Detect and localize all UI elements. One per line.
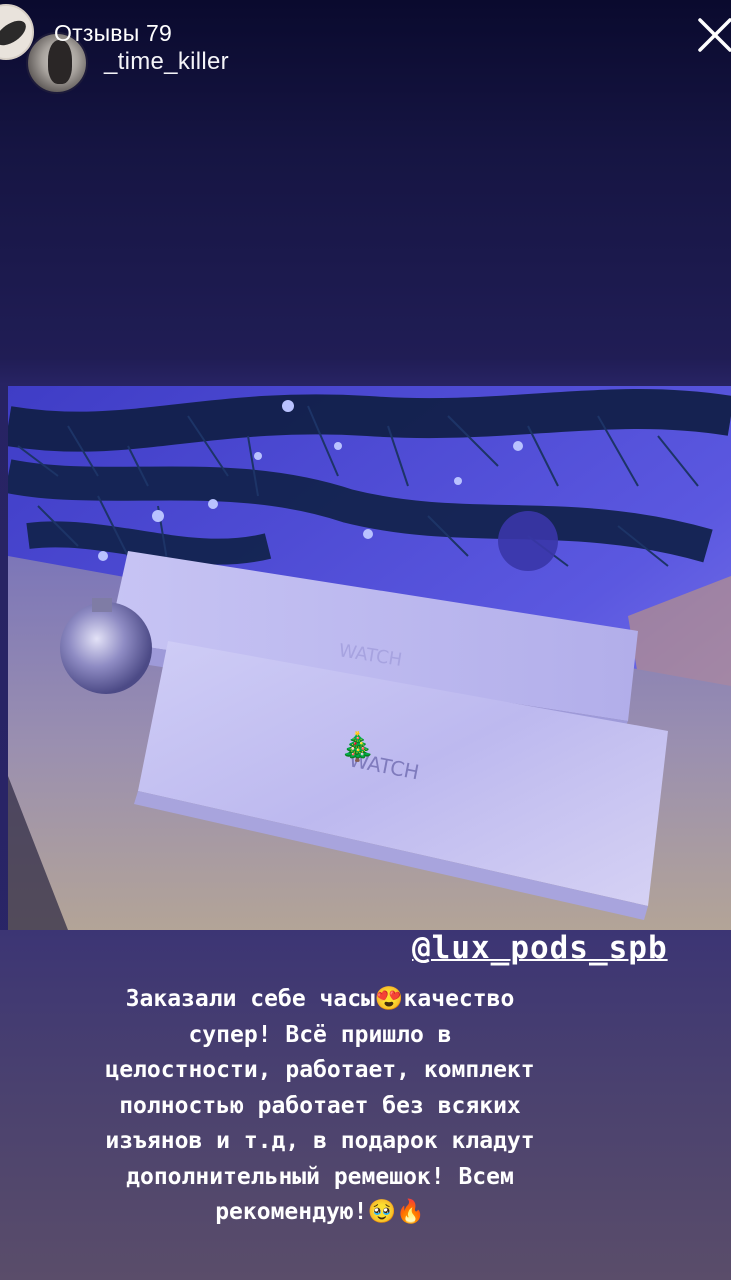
review-caption: Заказали себе часы😍качество супер! Всё п…: [105, 986, 535, 1225]
story-photo: WATCH WATCH 🎄: [8, 386, 731, 930]
close-icon[interactable]: [696, 16, 731, 56]
account-mention-link[interactable]: @lux_pods_spb: [412, 930, 668, 966]
username[interactable]: _time_killer: [104, 48, 229, 76]
story-title: Отзывы 79: [54, 20, 173, 46]
christmas-tree-sticker: 🎄: [340, 730, 375, 763]
